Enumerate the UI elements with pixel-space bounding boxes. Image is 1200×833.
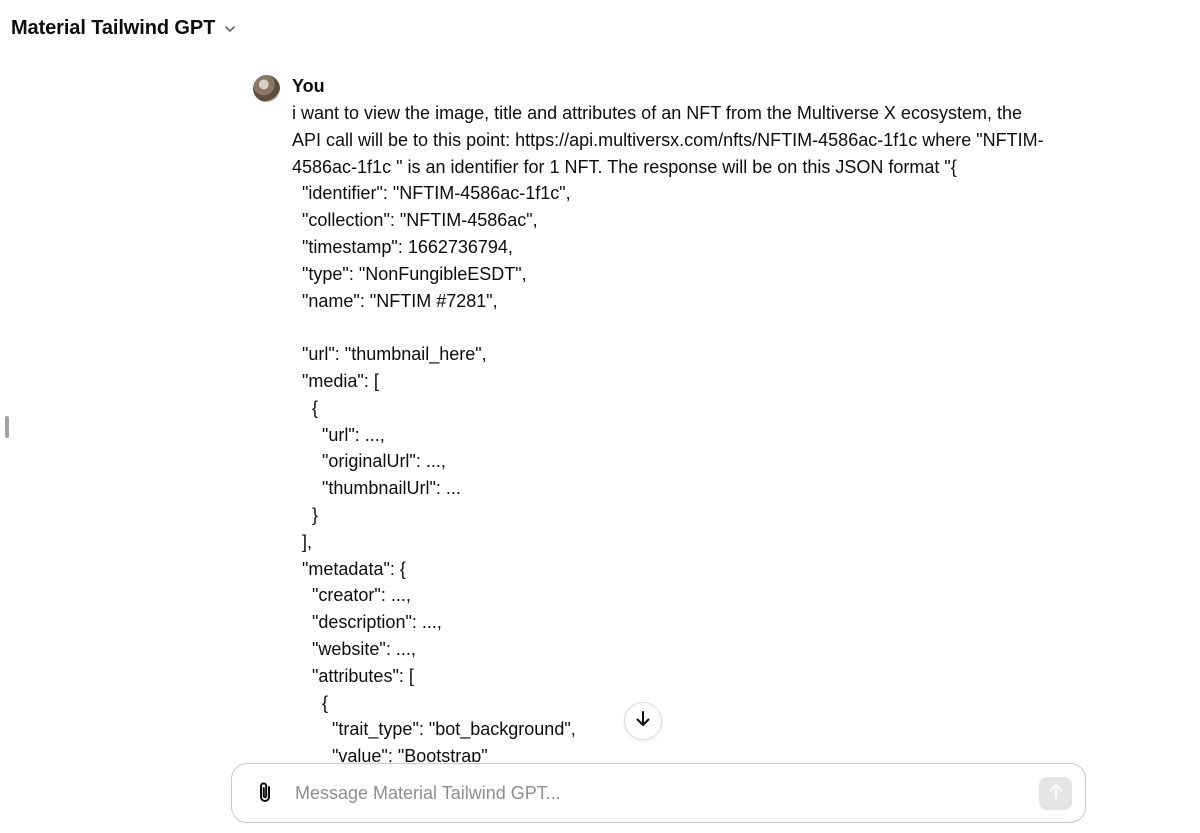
paperclip-icon[interactable]: [253, 781, 277, 805]
top-header: Material Tailwind GPT: [0, 0, 1200, 56]
avatar: [253, 75, 280, 102]
message-input[interactable]: [293, 781, 1039, 805]
chat-app: Material Tailwind GPT You i want to view…: [0, 0, 1200, 833]
arrow-up-icon: [1047, 782, 1065, 805]
arrow-down-icon: [634, 710, 652, 733]
message-text: i want to view the image, title and attr…: [292, 103, 1044, 762]
scroll-to-bottom-button[interactable]: [624, 702, 662, 740]
model-switcher[interactable]: Material Tailwind GPT: [11, 17, 237, 40]
chevron-down-icon: [223, 22, 237, 36]
conversation-thread: You i want to view the image, title and …: [0, 56, 1200, 762]
composer: [231, 763, 1086, 823]
user-message: You i want to view the image, title and …: [253, 74, 1053, 762]
model-title: Material Tailwind GPT: [11, 16, 216, 39]
send-button[interactable]: [1039, 776, 1072, 810]
message-author: You: [292, 76, 325, 96]
composer-area: [0, 762, 1200, 833]
message-body: You i want to view the image, title and …: [292, 74, 1052, 762]
